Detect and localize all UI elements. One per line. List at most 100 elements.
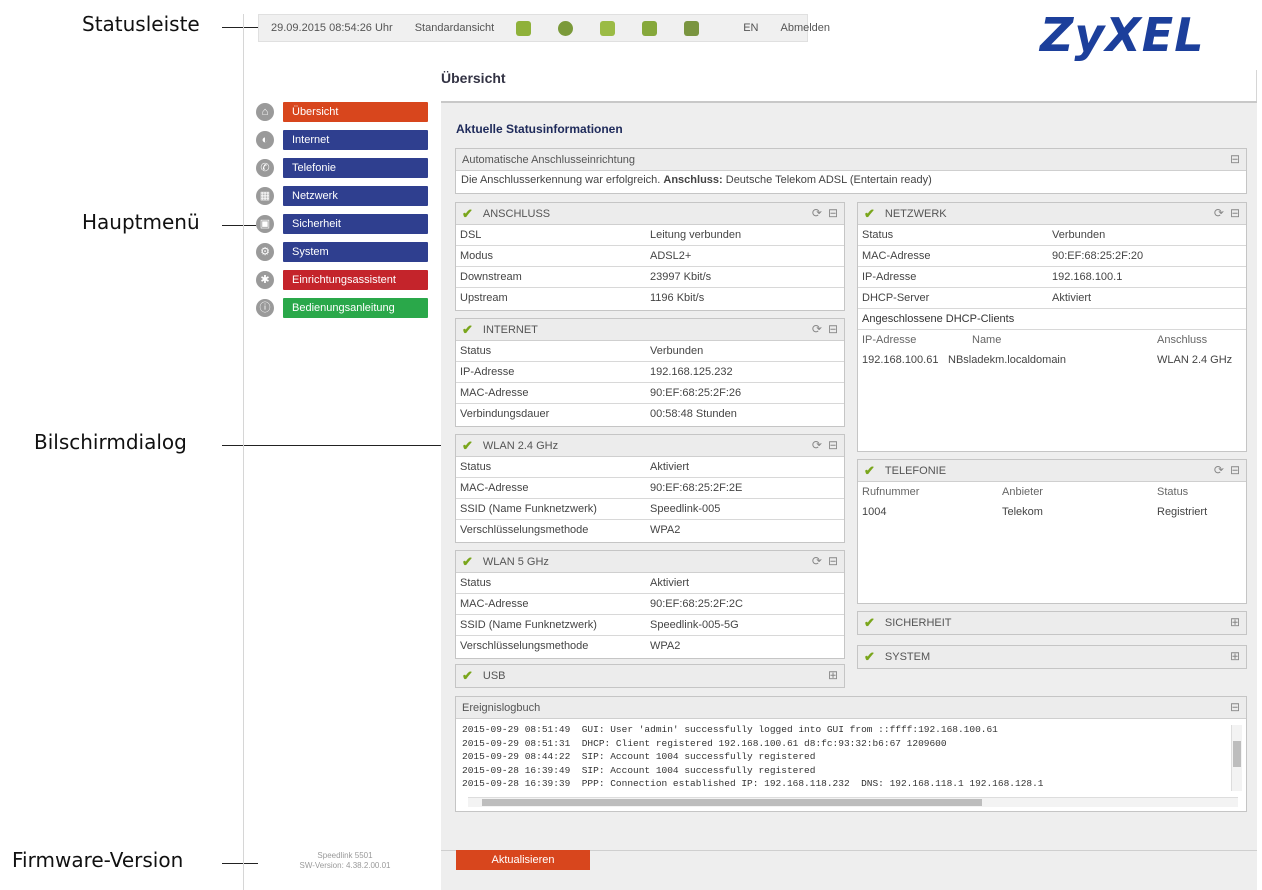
collapse-icon[interactable]: ⊟ xyxy=(828,322,838,336)
client-ip: 192.168.100.61 xyxy=(862,354,939,366)
vertical-scrollbar[interactable] xyxy=(1231,725,1242,791)
table-row: IP-Adresse 192.168.100.1 xyxy=(858,267,1246,288)
col-header: Status xyxy=(1157,486,1189,498)
status-icons xyxy=(516,20,721,36)
row-value: 00:58:48 Stunden xyxy=(650,408,737,420)
panel-title: SYSTEM xyxy=(884,651,931,663)
check-icon: ✔ xyxy=(864,615,875,630)
menu-label[interactable]: Telefonie xyxy=(283,158,428,178)
menu-label[interactable]: Einrichtungsassistent xyxy=(283,270,428,290)
usb-panel[interactable]: ✔ USB ⊞ xyxy=(455,664,845,688)
menu-label[interactable]: Bedienungsanleitung xyxy=(283,298,428,318)
menu-item-sicherheit[interactable]: ▣ Sicherheit xyxy=(256,214,428,234)
table-row: MAC-Adresse 90:EF:68:25:2F:2E xyxy=(456,478,844,499)
event-log-panel: Ereignislogbuch ⊟ 2015-09-29 08:51:49 GU… xyxy=(455,696,1247,812)
refresh-icon[interactable]: ⟳ xyxy=(1214,463,1224,477)
firmware-version: Speedlink 5501 SW-Version: 4.38.2.00.01 xyxy=(260,851,430,871)
col-header: Anschluss xyxy=(1157,334,1208,346)
refresh-icon[interactable]: ⟳ xyxy=(1214,206,1224,220)
panel-header[interactable]: ✔ USB ⊞ xyxy=(456,665,844,687)
update-button[interactable]: Aktualisieren xyxy=(456,850,590,870)
expand-icon[interactable]: ⊞ xyxy=(1230,615,1240,629)
view-link[interactable]: Standardansicht xyxy=(415,22,495,34)
scrollbar-thumb[interactable] xyxy=(482,799,982,806)
row-value: 192.168.100.1 xyxy=(1052,271,1123,283)
refresh-icon[interactable]: ⟳ xyxy=(812,206,822,220)
logout-link[interactable]: Abmelden xyxy=(781,22,831,34)
table-row: Modus ADSL2+ xyxy=(456,246,844,267)
refresh-icon[interactable]: ⟳ xyxy=(812,554,822,568)
phone-number: 1004 xyxy=(862,506,887,518)
menu-item-system[interactable]: ⚙ System xyxy=(256,242,428,262)
row-value: Aktiviert xyxy=(650,461,690,473)
menu-item-netzwerk[interactable]: ▦ Netzwerk xyxy=(256,186,428,206)
check-icon: ✔ xyxy=(462,437,473,453)
row-label: Upstream xyxy=(460,292,508,304)
menu-label[interactable]: Netzwerk xyxy=(283,186,428,206)
menu-label[interactable]: Internet xyxy=(283,130,428,150)
refresh-icon[interactable]: ⟳ xyxy=(812,322,822,336)
callout-line xyxy=(222,27,258,28)
internet-panel: ✔ INTERNET ⟳ ⊟ Status Verbunden IP-Adresse… xyxy=(455,318,845,427)
panel-title: ANSCHLUSS xyxy=(482,207,551,220)
wizard-icon: ✱ xyxy=(256,271,274,289)
callout-bildschirmdialog: Bilschirmdialog xyxy=(34,430,187,454)
panel-title: SICHERHEIT xyxy=(884,617,952,629)
menu-item-internet[interactable]: ◐ Internet xyxy=(256,130,428,150)
panel-header[interactable]: ✔ SICHERHEIT ⊞ xyxy=(858,612,1246,634)
col-header: Name xyxy=(972,334,1002,346)
expand-icon[interactable]: ⊞ xyxy=(1230,649,1240,663)
panel-header: Automatische Anschlusseinrichtung ⊟ xyxy=(456,149,1246,171)
table-row: DSL Leitung verbunden xyxy=(456,225,844,246)
horizontal-scrollbar[interactable] xyxy=(468,797,1238,807)
menu-item-uebersicht[interactable]: ⌂ Übersicht xyxy=(256,102,428,122)
collapse-icon[interactable]: ⊟ xyxy=(1230,152,1240,166)
collapse-icon[interactable]: ⊟ xyxy=(828,554,838,568)
row-label: IP-Adresse xyxy=(460,366,515,378)
row-label: Status xyxy=(862,229,894,241)
dsl-icon[interactable] xyxy=(516,20,532,36)
collapse-icon[interactable]: ⊟ xyxy=(1230,206,1240,220)
network-icon[interactable] xyxy=(684,20,700,36)
table-row: Status Aktiviert xyxy=(456,573,844,594)
telefonie-panel: ✔ TELEFONIE ⟳ ⊟ Rufnummer Anbieter Status… xyxy=(857,459,1247,604)
auto-connect-value: Deutsche Telekom ADSL (Entertain ready) xyxy=(725,174,932,186)
globe-icon: ◐ xyxy=(256,131,274,149)
menu-label[interactable]: Sicherheit xyxy=(283,214,428,234)
collapse-icon[interactable]: ⊟ xyxy=(1230,463,1240,477)
panel-header[interactable]: ✔ SYSTEM ⊞ xyxy=(858,646,1246,668)
menu-label[interactable]: System xyxy=(283,242,428,262)
log-content[interactable]: 2015-09-29 08:51:49 GUI: User 'admin' su… xyxy=(456,719,1246,805)
row-value: 90:EF:68:25:2F:20 xyxy=(1052,250,1144,262)
info-icon: ⓘ xyxy=(256,299,274,317)
panel-header: ✔ ANSCHLUSS ⟳ ⊟ xyxy=(456,203,844,225)
language-link[interactable]: EN xyxy=(743,22,758,34)
check-icon: ✔ xyxy=(864,205,875,221)
collapse-icon[interactable]: ⊟ xyxy=(828,206,838,220)
panel-title: USB xyxy=(482,670,506,682)
menu-item-telefonie[interactable]: ✆ Telefonie xyxy=(256,158,428,178)
col-header: Anbieter xyxy=(1002,486,1043,498)
wlan-icon[interactable] xyxy=(642,20,658,36)
collapse-icon[interactable]: ⊟ xyxy=(828,438,838,452)
row-value: WPA2 xyxy=(650,640,681,652)
sicherheit-panel[interactable]: ✔ SICHERHEIT ⊞ xyxy=(857,611,1247,635)
phone-status: Registriert xyxy=(1157,506,1208,518)
refresh-icon[interactable]: ⟳ xyxy=(812,438,822,452)
expand-icon[interactable]: ⊞ xyxy=(828,668,838,682)
table-row: Status Verbunden xyxy=(858,225,1246,246)
internet-icon[interactable] xyxy=(558,20,574,36)
system-panel[interactable]: ✔ SYSTEM ⊞ xyxy=(857,645,1247,669)
collapse-icon[interactable]: ⊟ xyxy=(1230,700,1240,714)
menu-item-bedienungsanleitung[interactable]: ⓘ Bedienungsanleitung xyxy=(256,298,428,318)
scrollbar-thumb[interactable] xyxy=(1233,741,1241,767)
telephone-icon[interactable] xyxy=(600,20,616,36)
panel-title: INTERNET xyxy=(482,323,538,336)
phone-row: 1004 Telekom Registriert xyxy=(858,502,1246,522)
clients-header: IP-Adresse Name Anschluss xyxy=(858,330,1246,350)
auto-connect-status: Die Anschlusserkennung war erfolgreich. xyxy=(461,174,661,186)
firmware-sw-version: SW-Version: 4.38.2.00.01 xyxy=(299,861,391,870)
menu-label[interactable]: Übersicht xyxy=(283,102,428,122)
menu-item-einrichtungsassistent[interactable]: ✱ Einrichtungsassistent xyxy=(256,270,428,290)
clients-title: Angeschlossene DHCP-Clients xyxy=(858,309,1246,330)
